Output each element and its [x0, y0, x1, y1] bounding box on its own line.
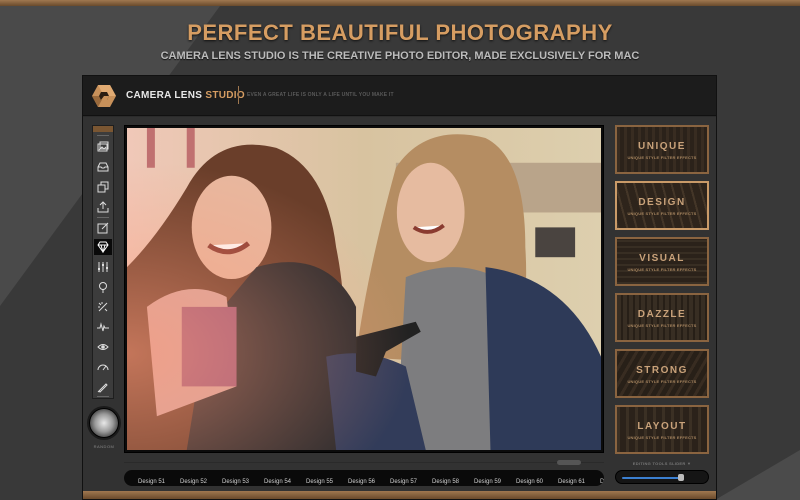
filter-card-strong[interactable]: STRONG UNIQUE STYLE FILTER EFFECTS [615, 349, 709, 398]
edit-icon [97, 222, 109, 234]
design-preset-item[interactable]: Design 58 [432, 474, 470, 486]
filter-title: VISUAL [639, 253, 685, 264]
design-presets-strip[interactable]: Design 51 Design 52 Design 53 Design 54 Desi… [124, 470, 604, 486]
filter-card-design[interactable]: DESIGN UNIQUE STYLE FILTER EFFECTS [615, 181, 709, 230]
tool-pencil[interactable] [94, 379, 112, 395]
window-bottom-accent [83, 491, 716, 499]
share-icon [97, 201, 109, 213]
photos-icon [97, 141, 109, 152]
app-window: CAMERA LENS STUDIO EVEN A GREAT LIFE IS … [82, 75, 717, 500]
sliders-icon [98, 262, 108, 272]
app-screenshot: PERFECT BEAUTIFUL PHOTOGRAPHY CAMERA LEN… [0, 0, 800, 500]
window-body: RANDOM Design 51 Design 52 Design 53 Des… [83, 117, 716, 492]
toolbar-separator [97, 217, 109, 218]
filter-subtitle: UNIQUE STYLE FILTER EFFECTS [627, 267, 697, 272]
tool-inbox[interactable] [94, 159, 112, 175]
filter-card-dazzle[interactable]: DAZZLE UNIQUE STYLE FILTER EFFECTS [615, 293, 709, 342]
tool-photos[interactable] [94, 139, 112, 155]
editing-slider-label: EDITING TOOLS SLIDER ▼ [632, 461, 692, 466]
filter-subtitle: UNIQUE STYLE FILTER EFFECTS [627, 211, 697, 216]
random-knob[interactable] [89, 408, 119, 438]
design-preset-item[interactable]: Design 56 [348, 474, 386, 486]
editing-tools-slider[interactable] [615, 470, 709, 484]
filter-title: STRONG [636, 365, 688, 376]
design-preset-item[interactable]: Design 61 [558, 474, 596, 486]
slider-fill [622, 477, 682, 479]
tool-diamond[interactable] [94, 239, 112, 255]
design-preset-item[interactable]: Design 55 [306, 474, 344, 486]
toolbar-accent [93, 126, 113, 132]
filter-card-unique[interactable]: UNIQUE UNIQUE STYLE FILTER EFFECTS [615, 125, 709, 174]
promo-headline: PERFECT BEAUTIFUL PHOTOGRAPHY [187, 20, 613, 45]
design-preset-item[interactable]: Design 57 [390, 474, 428, 486]
strip-scroll-thumb[interactable] [557, 460, 581, 465]
gauge-icon [97, 364, 109, 371]
design-preset-item[interactable]: Design 52 [180, 474, 218, 486]
filter-title: LAYOUT [637, 421, 687, 432]
toolbar-separator [97, 135, 109, 136]
tool-gauge[interactable] [94, 359, 112, 375]
design-preset-item[interactable]: Design 60 [516, 474, 554, 486]
tool-eye[interactable] [94, 339, 112, 355]
tool-magic[interactable] [94, 299, 112, 315]
layers-icon [97, 181, 109, 193]
tool-edit[interactable] [94, 220, 112, 236]
design-preset-item[interactable]: Design 53 [222, 474, 260, 486]
design-preset-item[interactable]: Design 54 [264, 474, 302, 486]
background-triangle-right [715, 450, 800, 500]
filter-title: DESIGN [638, 197, 686, 208]
window-header: CAMERA LENS STUDIO EVEN A GREAT LIFE IS … [83, 76, 716, 116]
tool-waveform[interactable] [94, 319, 112, 335]
inbox-icon [97, 162, 109, 172]
waveform-icon [97, 322, 109, 332]
design-preset-item[interactable]: Design 51 [138, 474, 176, 486]
tool-lightbulb[interactable] [94, 279, 112, 295]
filter-subtitle: UNIQUE STYLE FILTER EFFECTS [627, 155, 697, 160]
filter-subtitle: UNIQUE STYLE FILTER EFFECTS [627, 379, 697, 384]
app-logo-icon [92, 85, 116, 107]
toolbar-separator [97, 396, 109, 397]
filter-subtitle: UNIQUE STYLE FILTER EFFECTS [627, 435, 697, 440]
app-name: CAMERA LENS STUDIO [126, 90, 245, 101]
filter-subtitle: UNIQUE STYLE FILTER EFFECTS [627, 323, 697, 328]
slider-thumb[interactable] [678, 474, 685, 481]
edited-photo [127, 128, 601, 450]
tool-adjustments[interactable] [94, 259, 112, 275]
tools-sidebar [92, 125, 114, 399]
design-preset-item[interactable]: Design 59 [474, 474, 512, 486]
filter-card-visual[interactable]: VISUAL UNIQUE STYLE FILTER EFFECTS [615, 237, 709, 286]
magic-icon [98, 302, 108, 312]
random-label: RANDOM [93, 444, 115, 449]
photo-image [127, 128, 601, 450]
design-preset-item[interactable]: Design 62 [600, 474, 604, 486]
eye-icon [97, 344, 109, 350]
photo-canvas[interactable] [124, 125, 604, 453]
tool-layers[interactable] [94, 179, 112, 195]
lightbulb-icon [99, 282, 107, 293]
app-tagline: EVEN A GREAT LIFE IS ONLY A LIFE UNTIL Y… [247, 92, 394, 98]
strip-scroll-track [124, 462, 604, 463]
pencil-icon [97, 383, 108, 393]
app-name-primary: CAMERA LENS [126, 90, 206, 101]
promo-subheadline: CAMERA LENS STUDIO IS THE CREATIVE PHOTO… [160, 50, 640, 62]
filter-title: UNIQUE [638, 141, 686, 152]
header-divider [238, 86, 239, 104]
filter-card-layout[interactable]: LAYOUT UNIQUE STYLE FILTER EFFECTS [615, 405, 709, 454]
diamond-icon [97, 241, 109, 253]
filter-title: DAZZLE [637, 309, 687, 320]
tool-share[interactable] [94, 199, 112, 215]
